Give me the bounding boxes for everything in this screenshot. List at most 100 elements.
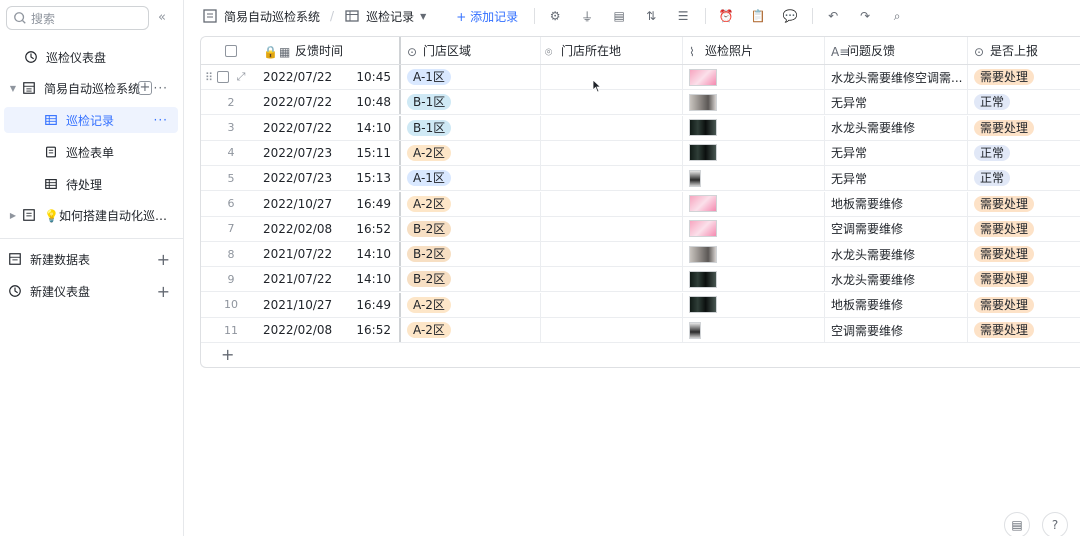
time-cell[interactable]: 2021/07/22 14:10 xyxy=(261,267,399,291)
select-all-cell[interactable] xyxy=(201,37,261,64)
photo-thumbnail[interactable] xyxy=(689,119,717,137)
location-cell[interactable] xyxy=(541,166,683,191)
area-cell[interactable]: A-2区 xyxy=(399,292,541,317)
table-row[interactable]: 8 2021/07/22 14:10 B-2区 水龙头需要维修 需要处理 xyxy=(201,242,1080,268)
sidebar-item-guide[interactable]: ▶ 💡如何搭建自动化巡检... xyxy=(4,202,178,228)
row-index-cell[interactable]: 2 xyxy=(201,90,261,114)
report-cell[interactable]: 正常 xyxy=(968,90,1080,114)
issue-cell[interactable]: 空调需要维修 xyxy=(825,216,968,241)
row-index-cell[interactable]: 4 xyxy=(201,141,261,165)
new-table-button[interactable]: 新建数据表 + xyxy=(4,246,178,272)
photo-cell[interactable] xyxy=(683,292,825,317)
row-index-cell[interactable]: 5 xyxy=(201,166,261,190)
table-row[interactable]: 7 2022/02/08 16:52 B-2区 空调需要维修 需要处理 xyxy=(201,216,1080,242)
location-cell[interactable] xyxy=(541,191,683,216)
row-index-cell[interactable]: 10 xyxy=(201,293,261,317)
location-cell[interactable] xyxy=(541,216,683,241)
area-cell[interactable]: B-1区 xyxy=(399,90,541,115)
report-cell[interactable]: 需要处理 xyxy=(968,116,1080,140)
group-icon[interactable]: ▤ xyxy=(611,8,627,24)
photo-cell[interactable] xyxy=(683,216,825,241)
photo-cell[interactable] xyxy=(683,242,825,267)
view-switcher[interactable]: 巡检记录 ▼ xyxy=(344,8,426,25)
issue-cell[interactable]: 地板需要维修 xyxy=(825,292,968,317)
sort-icon[interactable]: ⇅ xyxy=(643,8,659,24)
search-input[interactable]: 搜索 xyxy=(6,6,149,30)
more-icon[interactable]: ··· xyxy=(154,81,168,95)
time-cell[interactable]: 2022/07/22 14:10 xyxy=(261,116,399,140)
time-cell[interactable]: 2022/10/27 16:49 xyxy=(261,192,399,216)
row-index-cell[interactable]: 9 xyxy=(201,267,261,291)
photo-thumbnail[interactable] xyxy=(689,68,717,86)
settings-icon[interactable]: ⚙ xyxy=(547,8,563,24)
row-index-cell[interactable]: ⠿ ⤢ xyxy=(201,65,261,89)
drag-handle-icon[interactable]: ⠿ xyxy=(205,71,213,84)
base-title[interactable]: 简易自动巡检系统 xyxy=(202,8,320,25)
column-header-time[interactable]: 🔒 ▦ 反馈时间 xyxy=(261,37,399,64)
location-cell[interactable] xyxy=(541,140,683,165)
column-header-photo[interactable]: ⌇ 巡检照片 xyxy=(683,37,825,64)
issue-cell[interactable]: 无异常 xyxy=(825,166,968,191)
area-cell[interactable]: A-1区 xyxy=(399,166,541,191)
issue-cell[interactable]: 空调需要维修 xyxy=(825,318,968,342)
report-cell[interactable]: 需要处理 xyxy=(968,267,1080,291)
issue-cell[interactable]: 地板需要维修 xyxy=(825,191,968,216)
photo-thumbnail[interactable] xyxy=(689,169,701,187)
location-cell[interactable] xyxy=(541,318,683,342)
row-height-icon[interactable]: ☰ xyxy=(675,8,691,24)
photo-cell[interactable] xyxy=(683,65,825,89)
time-cell[interactable]: 2022/07/22 10:48 xyxy=(261,90,399,114)
time-cell[interactable]: 2022/07/23 15:11 xyxy=(261,141,399,165)
table-row[interactable]: 3 2022/07/22 14:10 B-1区 水龙头需要维修 需要处理 xyxy=(201,115,1080,141)
photo-thumbnail[interactable] xyxy=(689,195,717,212)
find-icon[interactable]: ⌕ xyxy=(889,8,905,24)
report-cell[interactable]: 需要处理 xyxy=(968,293,1080,317)
table-row[interactable]: 5 2022/07/23 15:13 A-1区 无异常 正常 xyxy=(201,166,1080,192)
area-cell[interactable]: A-2区 xyxy=(399,140,541,165)
collapse-sidebar-icon[interactable]: « xyxy=(158,10,166,25)
redo-icon[interactable]: ↷ xyxy=(857,8,873,24)
time-cell[interactable]: 2021/10/27 16:49 xyxy=(261,293,399,317)
column-header-issue[interactable]: A≡ 问题反馈 xyxy=(825,37,968,64)
table-row[interactable]: 9 2021/07/22 14:10 B-2区 水龙头需要维修 需要处理 xyxy=(201,267,1080,293)
issue-cell[interactable]: 水龙头需要维修空调需... xyxy=(825,65,968,89)
issue-cell[interactable]: 无异常 xyxy=(825,90,968,115)
report-cell[interactable]: 需要处理 xyxy=(968,192,1080,216)
add-record-button[interactable]: + 添加记录 xyxy=(456,8,518,25)
photo-thumbnail[interactable] xyxy=(689,270,717,288)
location-cell[interactable] xyxy=(541,242,683,267)
photo-cell[interactable] xyxy=(683,191,825,216)
comment-icon[interactable]: 💬 xyxy=(782,8,798,24)
sidebar-item-pending[interactable]: 待处理 xyxy=(4,171,178,197)
area-cell[interactable]: B-2区 xyxy=(399,216,541,241)
area-cell[interactable]: A-2区 xyxy=(399,318,541,342)
row-index-cell[interactable]: 7 xyxy=(201,217,261,241)
undo-icon[interactable]: ↶ xyxy=(825,8,841,24)
column-header-location[interactable]: ⌾ 门店所在地 xyxy=(541,37,683,64)
photo-thumbnail[interactable] xyxy=(689,296,717,314)
help-button[interactable]: ? xyxy=(1042,512,1068,536)
caret-down-icon[interactable]: ▼ xyxy=(8,84,18,93)
alarm-icon[interactable]: ⏰ xyxy=(718,8,734,24)
time-cell[interactable]: 2022/07/23 15:13 xyxy=(261,166,399,190)
report-cell[interactable]: 需要处理 xyxy=(968,217,1080,241)
report-cell[interactable]: 正常 xyxy=(968,166,1080,190)
row-index-cell[interactable]: 6 xyxy=(201,192,261,216)
table-row[interactable]: 2 2022/07/22 10:48 B-1区 无异常 正常 xyxy=(201,90,1080,116)
report-cell[interactable]: 正常 xyxy=(968,141,1080,165)
table-row[interactable]: ⠿ ⤢ 2022/07/22 10:45 A-1区 水龙头需要维修空调需... 需… xyxy=(201,65,1080,90)
photo-cell[interactable] xyxy=(683,140,825,165)
add-icon[interactable]: + xyxy=(138,81,152,95)
more-icon[interactable]: ··· xyxy=(154,113,168,127)
location-cell[interactable] xyxy=(541,90,683,115)
photo-cell[interactable] xyxy=(683,267,825,292)
sidebar-item-base[interactable]: ▼ 简易自动巡检系统 + ··· xyxy=(4,75,178,101)
issue-cell[interactable]: 水龙头需要维修 xyxy=(825,267,968,292)
row-index-cell[interactable]: 3 xyxy=(201,116,261,140)
report-cell[interactable]: 需要处理 xyxy=(968,242,1080,266)
area-cell[interactable]: B-2区 xyxy=(399,267,541,292)
table-row[interactable]: 11 2022/02/08 16:52 A-2区 空调需要维修 需要处理 xyxy=(201,318,1080,343)
photo-cell[interactable] xyxy=(683,115,825,140)
sidebar-item-form[interactable]: 巡检表单 xyxy=(4,139,178,165)
location-cell[interactable] xyxy=(541,115,683,140)
